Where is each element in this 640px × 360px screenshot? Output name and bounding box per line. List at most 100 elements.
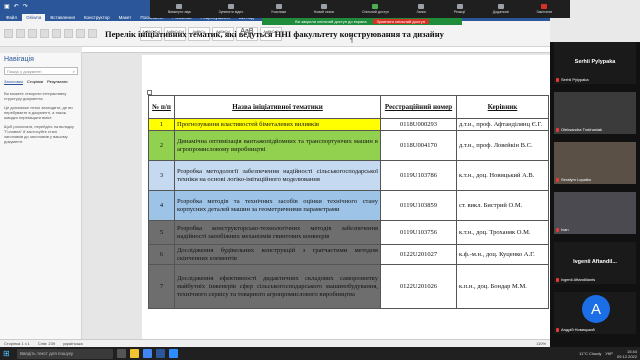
justify-button[interactable] (88, 29, 97, 38)
row-supervisor: к.т.н., доц. Троханяк О.М. (456, 220, 549, 245)
status-words[interactable]: Слів: 239 (38, 341, 55, 346)
word-icon[interactable] (156, 349, 165, 358)
share-screen-label: Спільний доступ (361, 10, 389, 14)
participants-label: Учасники (270, 10, 287, 14)
cut-button[interactable] (16, 29, 25, 38)
row-reg-number: 0122U201027 (380, 244, 457, 265)
navigation-pane: Навігація Пошук у документі ⌕ Заголовки … (0, 53, 82, 339)
paragraph-mark-icon: ¶ (350, 38, 354, 44)
tab-insert[interactable]: Вставлення (46, 14, 79, 21)
muted-mic-icon (556, 77, 559, 82)
share-screen-button[interactable]: Спільний доступ (362, 4, 389, 14)
smile-icon (456, 4, 463, 9)
windows-start-icon[interactable]: ⊞ (3, 349, 13, 358)
new-session-button[interactable]: Новий сеанс (314, 4, 334, 14)
muted-mic-icon (556, 277, 559, 282)
ruler (82, 47, 550, 53)
mute-button[interactable]: Вимкнути звук (168, 4, 191, 14)
row-number: 6 (148, 244, 175, 265)
participant-tile[interactable]: Serhii Pylypaka Serhii Pylypaka (554, 42, 636, 84)
system-tray: 11°C Cloudy УКР 15:44 09.12.2022 (579, 349, 637, 359)
plus-icon (321, 4, 328, 9)
row-topic: Розробка методології забезпечення надійн… (174, 160, 381, 191)
row-supervisor: к.ф.-м.н., доц. Куценко А.Г. (456, 244, 549, 265)
share-icon (372, 4, 379, 9)
nav-search-input[interactable]: Пошук у документі ⌕ (4, 67, 78, 75)
microphone-icon (176, 4, 183, 9)
zoom-level[interactable]: 110% (536, 341, 546, 346)
table-row: 7 Дослідження ефективності дидактичних ск… (148, 264, 549, 309)
paste-button[interactable] (4, 29, 13, 38)
participant-name-label: Serhii Pylypaka (556, 77, 589, 82)
reactions-button[interactable]: Реакції (454, 4, 465, 14)
italic-button[interactable] (40, 29, 49, 38)
nav-tab-headings[interactable]: Заголовки (4, 79, 23, 85)
file-explorer-icon[interactable] (130, 349, 139, 358)
nav-tab-pages[interactable]: Сторінки (27, 79, 43, 85)
participant-name-label: Oleksandra Trokhaniak (556, 127, 602, 132)
undo-icon[interactable]: ↶ (14, 3, 19, 10)
tab-file[interactable]: Файл (2, 14, 21, 21)
row-number: 7 (148, 264, 175, 309)
end-meeting-button[interactable]: Закінчити (537, 4, 552, 14)
row-topic: Дослідження будівельних конструкцій з гр… (174, 244, 381, 265)
tab-layout[interactable]: Макет (115, 14, 136, 21)
participants-button[interactable]: Учасники (271, 4, 286, 14)
stop-video-button[interactable]: Зупинити відео (219, 4, 243, 14)
align-center-button[interactable] (76, 29, 85, 38)
zoom-app-icon[interactable] (169, 349, 178, 358)
row-number: 4 (148, 190, 175, 221)
row-number: 5 (148, 220, 175, 245)
language-indicator[interactable]: УКР (605, 351, 613, 356)
taskbar-search[interactable]: Введіть текст для пошуку (17, 348, 113, 359)
browser-icon[interactable] (143, 349, 152, 358)
participant-name: Ivan (561, 227, 569, 232)
tab-design[interactable]: Конструктор (80, 14, 114, 21)
muted-mic-icon (556, 177, 559, 182)
row-topic: Динамічна оптимізація вантажопідйомних т… (174, 130, 381, 161)
row-number: 1 (148, 118, 175, 131)
table-row: 2 Динамічна оптимізація вантажопідйомних … (148, 130, 549, 161)
windows-taskbar: ⊞ Введіть текст для пошуку 11°C Cloudy У… (0, 347, 640, 360)
weather-text[interactable]: 11°C Cloudy (579, 351, 601, 356)
table-header-row: № п/п Назва ініціативної тематики Реєстр… (148, 95, 549, 119)
participant-display-name: Serhii Pylypaka (574, 59, 616, 65)
row-reg-number: 0119U103786 (380, 160, 457, 191)
participant-name-label: Serafym Lopatko (556, 177, 591, 182)
stop-share-button[interactable]: Зупинити спільний доступ (372, 19, 429, 24)
quick-access-toolbar: ▣ ↶ ↷ (4, 3, 28, 10)
table-row: 4 Розробка методів та технічних засобів о… (148, 190, 549, 221)
underline-button[interactable] (52, 29, 61, 38)
participant-tile[interactable]: Ivgenii Aftandil... Ivgenii Aftandiliants (554, 242, 636, 284)
avatar: A (582, 295, 610, 323)
more-button[interactable]: Додаткові (493, 4, 509, 14)
status-language[interactable]: українська (63, 341, 83, 346)
record-label: Запис (416, 10, 427, 14)
muted-mic-icon (556, 127, 559, 132)
align-left-button[interactable] (64, 29, 73, 38)
mute-label: Вимкнути звук (167, 10, 191, 14)
clock[interactable]: 15:44 09.12.2022 (617, 349, 637, 359)
row-supervisor: к.т.н., доц. Новицький А.В. (456, 160, 549, 191)
participant-name: Oleksandra Trokhaniak (561, 127, 603, 132)
status-page[interactable]: Сторінка 1 з 1 (4, 341, 30, 346)
tab-home[interactable]: Główna (22, 14, 46, 21)
row-topic: Розробка методів та технічних засобів оц… (174, 190, 381, 221)
more-icon (497, 4, 504, 9)
row-topic: Дослідження ефективності дидактичних скл… (174, 264, 381, 309)
muted-mic-icon (556, 227, 559, 232)
camera-icon (227, 4, 234, 9)
header-reg-number: Реєстраційний номер (380, 95, 457, 119)
nav-hint-1: Ви можете створити інтерактивну структур… (4, 91, 67, 101)
record-button[interactable]: Запис (416, 4, 427, 14)
row-reg-number: 0119U103859 (380, 190, 457, 221)
participant-tile[interactable]: A Андрій Новицький (554, 292, 636, 334)
save-icon[interactable]: ▣ (4, 3, 10, 10)
nav-tab-results[interactable]: Результати (47, 79, 67, 85)
participant-tile[interactable]: Ivan (554, 192, 636, 234)
participant-tile[interactable]: Serafym Lopatko (554, 142, 636, 184)
participant-tile[interactable]: Oleksandra Trokhaniak (554, 92, 636, 134)
bold-button[interactable] (28, 29, 37, 38)
participant-display-name: Ivgenii Aftandil... (573, 259, 617, 265)
task-view-icon[interactable] (117, 349, 126, 358)
